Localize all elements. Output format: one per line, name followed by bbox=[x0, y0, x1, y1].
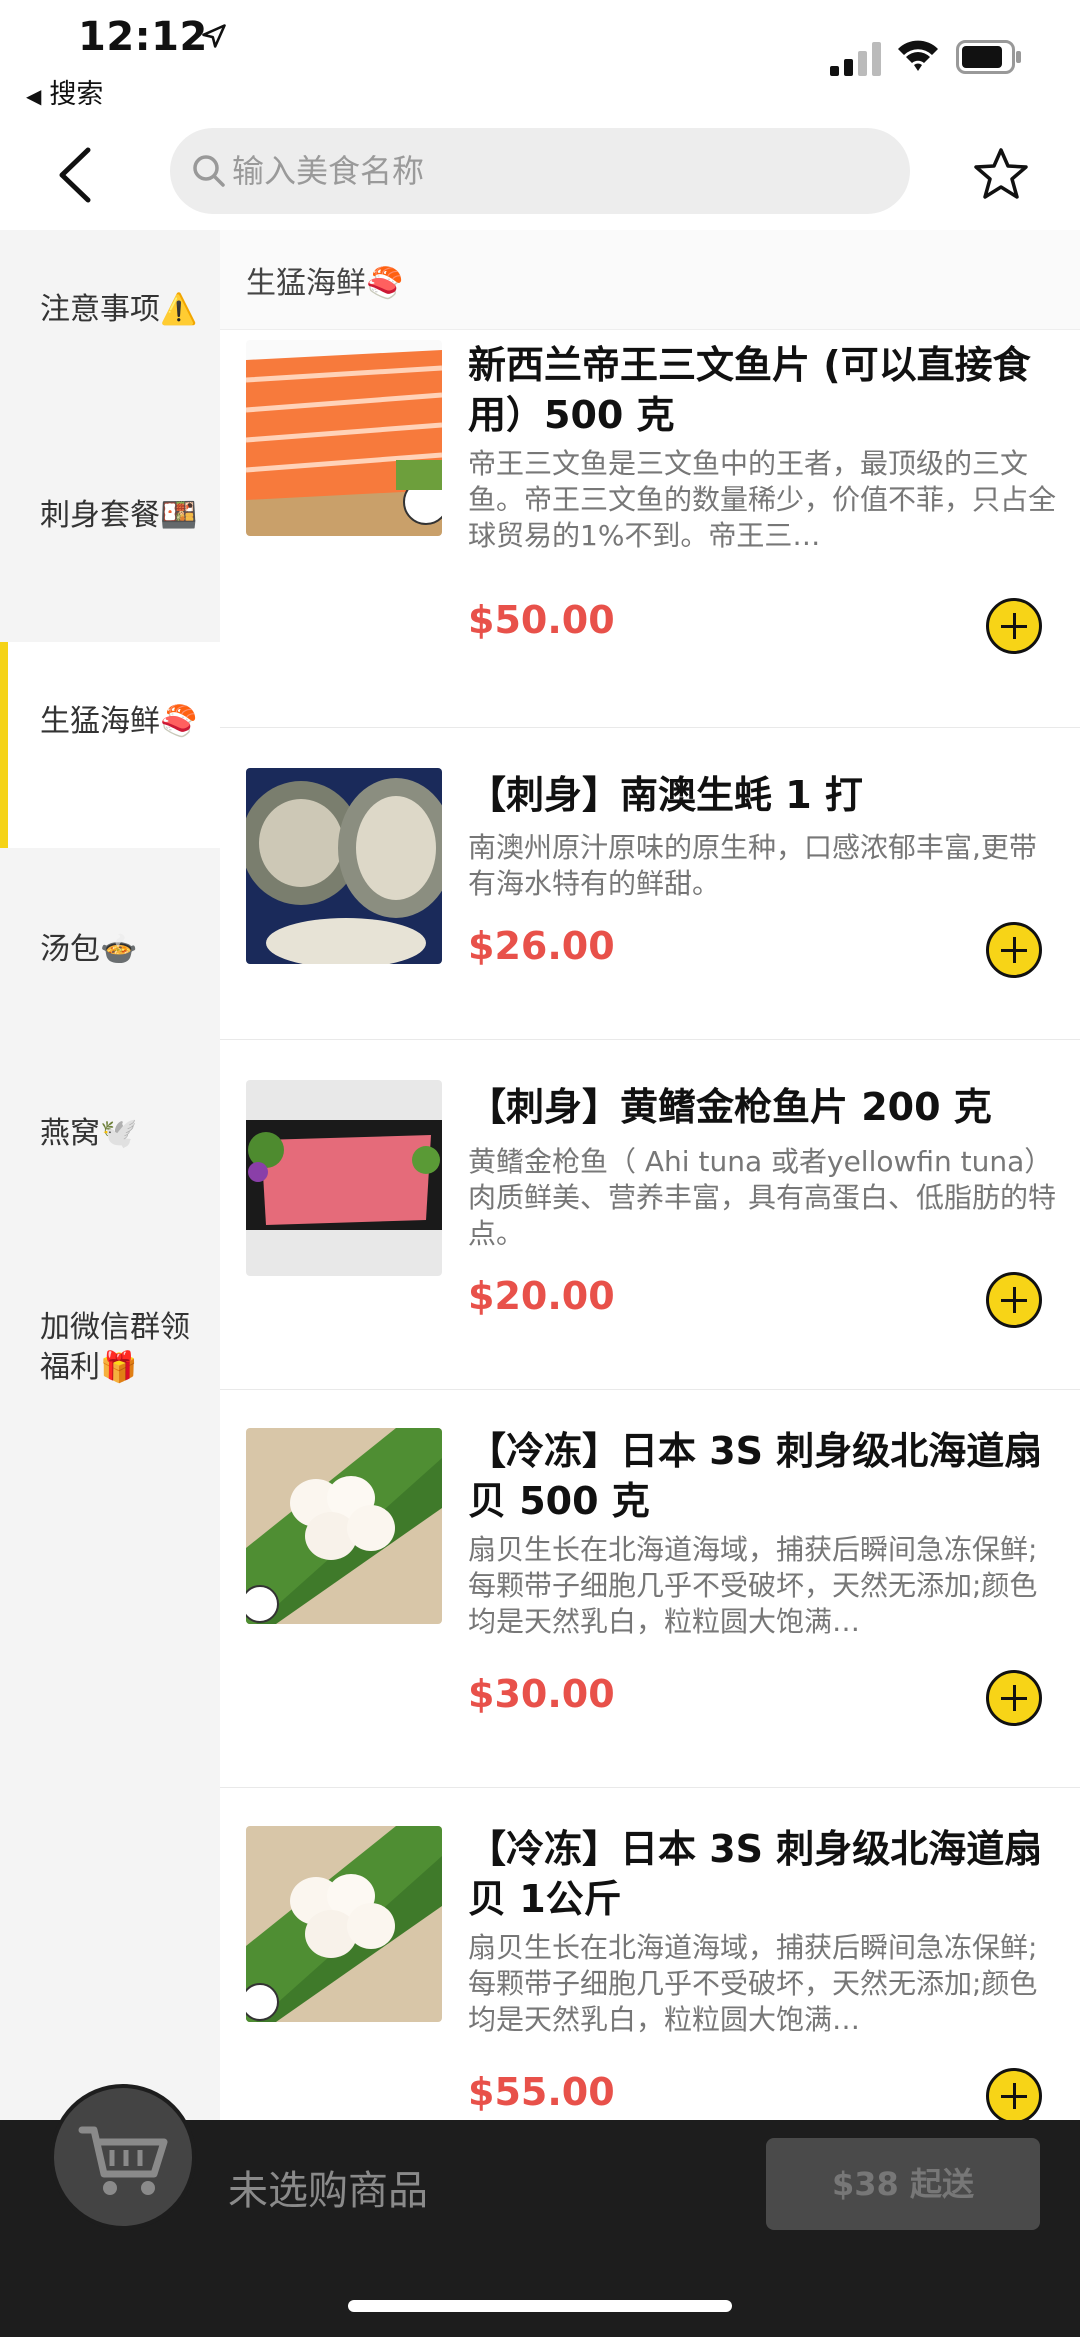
back-chevron-icon[interactable] bbox=[48, 142, 108, 208]
add-to-cart-button[interactable] bbox=[986, 2068, 1042, 2120]
product-price: $26.00 bbox=[468, 924, 615, 968]
sidebar-item-sashimi-set[interactable]: 刺身套餐🍱 bbox=[0, 436, 220, 642]
product-image-scallop bbox=[246, 1428, 442, 1624]
sidebar-item-notice[interactable]: 注意事项⚠️ bbox=[0, 230, 220, 436]
location-arrow-icon bbox=[202, 24, 226, 48]
status-bar: 12:12 ◀ 搜索 bbox=[0, 0, 1080, 120]
sidebar-item-label: 刺身套餐🍱 bbox=[40, 498, 198, 533]
add-to-cart-button[interactable] bbox=[986, 1670, 1042, 1726]
sidebar-item-birds-nest[interactable]: 燕窝🕊️ bbox=[0, 1054, 220, 1260]
cellular-signal-icon bbox=[830, 42, 881, 76]
product-image-oyster bbox=[246, 768, 442, 964]
product-list: 生猛海鲜🍣 新西兰帝王三文鱼片 (可以直接食用）500 克 帝王三文鱼是三文鱼中… bbox=[220, 230, 1080, 2120]
product-image-scallop bbox=[246, 1826, 442, 2022]
product-title: 新西兰帝王三文鱼片 (可以直接食用）500 克 bbox=[468, 343, 1031, 437]
product-description: 黄鳍金枪鱼（ Ahi tuna 或者yellowfin tuna）肉质鲜美、营养… bbox=[468, 1145, 1057, 1250]
shopping-cart-icon bbox=[78, 2126, 168, 2195]
section-title: 生猛海鲜🍣 bbox=[246, 266, 404, 301]
nav-bar bbox=[0, 120, 1080, 230]
cart-button[interactable] bbox=[50, 2084, 196, 2230]
add-to-cart-button[interactable] bbox=[986, 1272, 1042, 1328]
cart-button-bg bbox=[54, 2088, 192, 2226]
sidebar-item-label: 汤包🍲 bbox=[40, 932, 138, 967]
section-header: 生猛海鲜🍣 bbox=[220, 230, 1080, 330]
product-price: $20.00 bbox=[468, 1274, 615, 1318]
checkout-button[interactable]: $38 起送 bbox=[766, 2138, 1040, 2230]
search-input[interactable] bbox=[232, 128, 872, 214]
product-description: 扇贝生长在北海道海域，捕获后瞬间急冻保鲜;每颗带子细胞几乎不受破坏，天然无添加;… bbox=[468, 1931, 1038, 2036]
status-time: 12:12 bbox=[78, 14, 208, 60]
product-description: 帝王三文鱼是三文鱼中的王者，最顶级的三文鱼。帝王三文鱼的数量稀少，价值不菲，只占… bbox=[468, 447, 1057, 552]
product-price: $50.00 bbox=[468, 598, 615, 642]
product-image-tuna bbox=[246, 1080, 442, 1276]
product-item[interactable]: 【冷冻】日本 3S 刺身级北海道扇贝 1公斤 扇贝生长在北海道海域，捕获后瞬间急… bbox=[220, 1788, 1080, 2120]
category-sidebar: 注意事项⚠️ 刺身套餐🍱 生猛海鲜🍣 汤包🍲 燕窝🕊️ 加微信群领福利🎁 bbox=[0, 230, 220, 2120]
product-price: $30.00 bbox=[468, 1672, 615, 1716]
back-triangle-icon: ◀ bbox=[26, 84, 42, 108]
add-to-cart-button[interactable] bbox=[986, 922, 1042, 978]
home-indicator bbox=[348, 2300, 732, 2312]
sidebar-item-seafood[interactable]: 生猛海鲜🍣 bbox=[0, 642, 220, 848]
product-description: 南澳州原汁原味的原生种，口感浓郁丰富,更带有海水特有的鲜甜。 bbox=[468, 831, 1037, 900]
add-to-cart-button[interactable] bbox=[986, 598, 1042, 654]
battery-icon bbox=[956, 40, 1021, 74]
product-title: 【冷冻】日本 3S 刺身级北海道扇贝 500 克 bbox=[468, 1429, 1043, 1523]
product-item[interactable]: 新西兰帝王三文鱼片 (可以直接食用）500 克 帝王三文鱼是三文鱼中的王者，最顶… bbox=[220, 340, 1080, 728]
product-item[interactable]: 【刺身】黄鳍金枪鱼片 200 克 黄鳍金枪鱼（ Ahi tuna 或者yello… bbox=[220, 1040, 1080, 1390]
product-item[interactable]: 【刺身】南澳生蚝 1 打 南澳州原汁原味的原生种，口感浓郁丰富,更带有海水特有的… bbox=[220, 728, 1080, 1040]
sidebar-item-label: 生猛海鲜🍣 bbox=[40, 704, 198, 739]
product-item[interactable]: 【冷冻】日本 3S 刺身级北海道扇贝 500 克 扇贝生长在北海道海域，捕获后瞬… bbox=[220, 1390, 1080, 1788]
sidebar-item-wechat-group[interactable]: 加微信群领福利🎁 bbox=[0, 1260, 220, 1466]
sidebar-item-label: 燕窝🕊️ bbox=[40, 1116, 138, 1151]
product-title: 【刺身】南澳生蚝 1 打 bbox=[468, 773, 863, 817]
product-description: 扇贝生长在北海道海域，捕获后瞬间急冻保鲜;每颗带子细胞几乎不受破坏，天然无添加;… bbox=[468, 1533, 1038, 1638]
wifi-icon bbox=[898, 40, 938, 71]
back-to-search-label: 搜索 bbox=[49, 79, 104, 110]
search-icon bbox=[193, 155, 225, 187]
product-image-salmon bbox=[246, 340, 442, 536]
product-price: $55.00 bbox=[468, 2070, 615, 2114]
sidebar-item-soup-dumpling[interactable]: 汤包🍲 bbox=[0, 848, 220, 1054]
back-to-search-link[interactable]: ◀ 搜索 bbox=[26, 72, 103, 111]
favorite-star-icon[interactable] bbox=[972, 146, 1030, 202]
sidebar-item-label: 注意事项⚠️ bbox=[40, 292, 198, 327]
search-bar[interactable] bbox=[170, 128, 910, 214]
product-title: 【刺身】黄鳍金枪鱼片 200 克 bbox=[468, 1085, 992, 1129]
cart-status-text: 未选购商品 bbox=[228, 2168, 428, 2214]
sidebar-item-label: 加微信群领福利🎁 bbox=[40, 1310, 190, 1385]
product-title: 【冷冻】日本 3S 刺身级北海道扇贝 1公斤 bbox=[468, 1827, 1043, 1921]
